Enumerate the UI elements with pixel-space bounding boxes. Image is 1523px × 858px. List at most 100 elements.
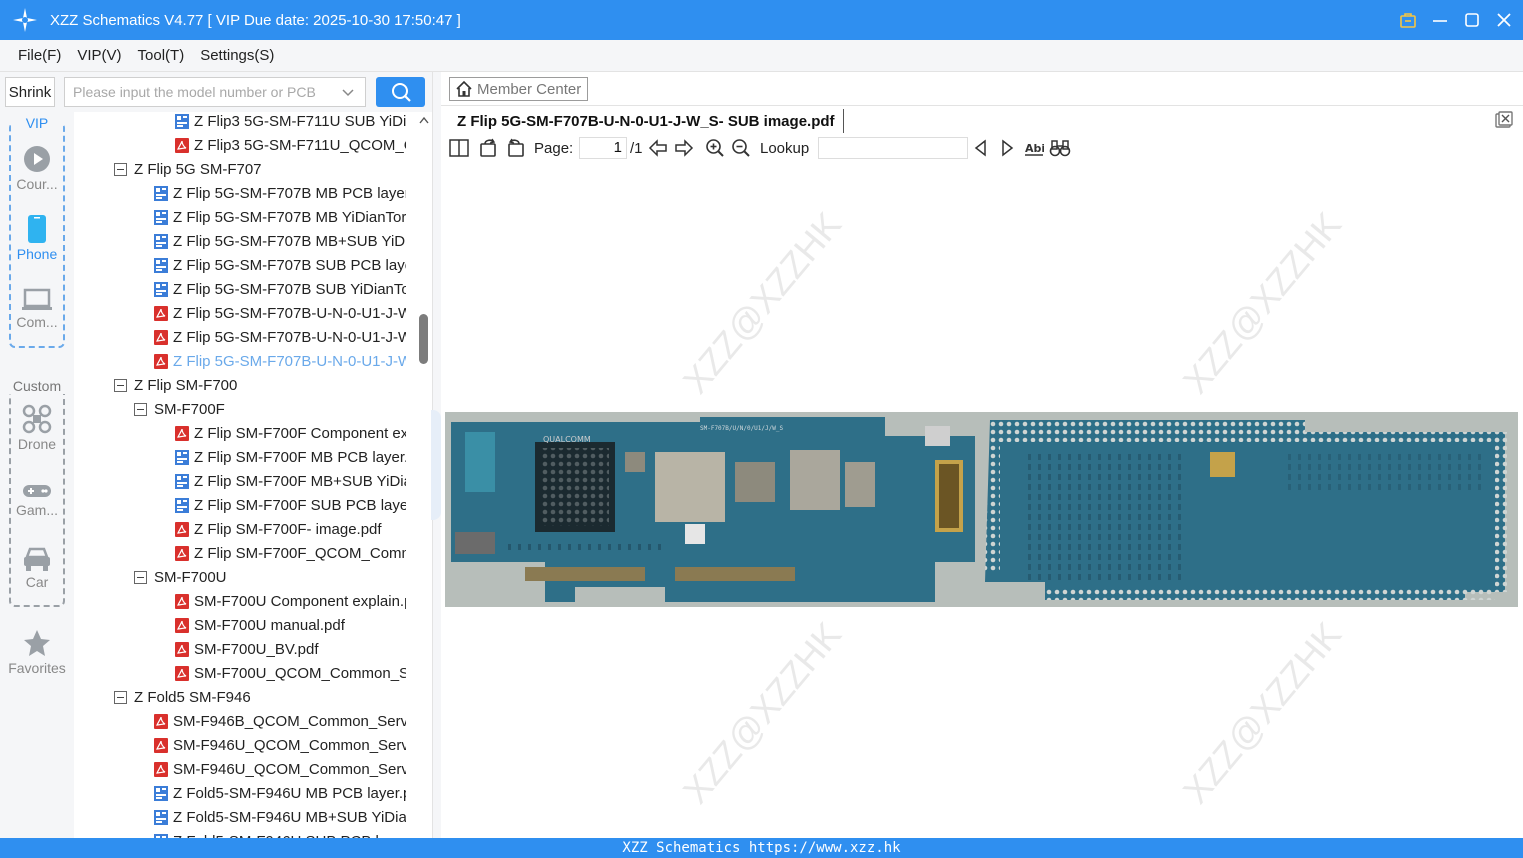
find-previous-icon[interactable] — [973, 137, 989, 159]
search-icon — [391, 83, 411, 102]
model-tree: Z Flip3 5G-SM-F711U SUB YiDia Z Flip3 5G-… — [74, 112, 432, 838]
tree-folder[interactable]: Z Flip SM-F700 — [114, 373, 406, 397]
rail-item-label: Gam... — [15, 502, 58, 518]
minimize-icon[interactable] — [1431, 11, 1449, 29]
app-logo-icon — [0, 0, 50, 40]
tree-scrollbar[interactable] — [415, 112, 432, 838]
pdf-file-icon — [175, 665, 189, 681]
tree-file[interactable]: Z Flip3 5G-SM-F711U SUB YiDia — [175, 112, 406, 133]
viewer-toolbar: Page: 1 /1 Lookup Abi — [441, 134, 1523, 162]
rail-item-label: Favorites — [8, 660, 66, 676]
tree-file[interactable]: Z Flip 5G-SM-F707B MB PCB layer. — [154, 181, 406, 205]
tree-file[interactable]: Z Fold5-SM-F946U MB PCB layer.p — [154, 781, 406, 805]
tree-file[interactable]: Z Flip SM-F700F SUB PCB layer.p — [175, 493, 406, 517]
prev-page-icon[interactable] — [648, 137, 668, 159]
scroll-up-icon[interactable] — [419, 116, 429, 124]
menu-settings[interactable]: Settings(S) — [200, 47, 274, 64]
tree-item-label: Z Flip 5G-SM-F707B-U-N-0-U1-J-W — [173, 352, 406, 370]
zoom-in-icon[interactable] — [705, 137, 725, 159]
tree-file[interactable]: Z Flip 5G-SM-F707B-U-N-0-U1-J-W — [154, 325, 406, 349]
tree-file[interactable]: SM-F700U Component explain.p — [175, 589, 406, 613]
tree-folder[interactable]: SM-F700U — [134, 565, 406, 589]
tree-folder[interactable]: Z Fold5 SM-F946 — [114, 685, 406, 709]
chevron-down-icon[interactable] — [341, 85, 355, 99]
pdf-file-icon — [175, 137, 189, 153]
panel-splitter[interactable] — [431, 72, 441, 838]
member-center-button[interactable]: Member Center — [449, 77, 588, 101]
rail-item-computer[interactable]: Com... — [0, 288, 74, 330]
tree-file[interactable]: SM-F700U_BV.pdf — [175, 637, 406, 661]
tree-file[interactable]: Z Flip 5G-SM-F707B SUB PCB layer — [154, 253, 406, 277]
tree-file[interactable]: Z Flip 5G-SM-F707B-U-N-0-U1-J-W — [154, 349, 406, 373]
collapse-toggle-icon[interactable] — [114, 378, 127, 392]
tree-item-label: Z Flip 5G-SM-F707B MB+SUB YiDia — [173, 232, 406, 250]
tree-file[interactable]: Z Flip SM-F700F MB+SUB YiDia — [175, 469, 406, 493]
collapse-toggle-icon[interactable] — [114, 690, 127, 704]
menu-vip[interactable]: VIP(V) — [77, 47, 121, 64]
find-next-icon[interactable] — [999, 137, 1015, 159]
tree-file[interactable]: Z Fold5-SM-F946U MB+SUB YiDian — [154, 805, 406, 829]
tree-item-label: SM-F700U — [154, 568, 227, 586]
tree-file[interactable]: Z Flip SM-F700F Component ex — [175, 421, 406, 445]
pcb-file-icon — [175, 497, 189, 513]
rail-item-game[interactable]: Gam... — [0, 482, 74, 518]
tree-folder[interactable]: SM-F700F — [134, 397, 406, 421]
pdf-canvas[interactable]: XZZ@XZZHK XZZ@XZZHK XZZ@XZZHK XZZ@XZZHK … — [441, 162, 1523, 838]
zoom-out-icon[interactable] — [731, 137, 751, 159]
menu-file[interactable]: File(F) — [18, 47, 61, 64]
shrink-button[interactable]: Shrink — [5, 77, 55, 107]
collapse-toggle-icon[interactable] — [134, 570, 147, 584]
tree-file[interactable]: Z Flip 5G-SM-F707B-U-N-0-U1-J-W — [154, 301, 406, 325]
menu-bar: File(F) VIP(V) Tool(T) Settings(S) — [0, 40, 1523, 72]
tree-item-label: Z Flip 5G-SM-F707B-U-N-0-U1-J-W — [173, 328, 406, 346]
collapse-toggle-icon[interactable] — [134, 402, 147, 416]
tree-item-label: Z Flip SM-F700F- image.pdf — [194, 520, 382, 538]
page-number-input[interactable]: 1 — [579, 137, 627, 159]
watermark: XZZ@XZZHK — [674, 204, 850, 402]
laptop-icon — [22, 288, 52, 310]
document-tab[interactable]: Z Flip 5G-SM-F707B-U-N-0-U1-J-W_S- SUB i… — [449, 109, 844, 133]
tree-file[interactable]: SM-F946B_QCOM_Common_Servic — [154, 709, 406, 733]
tree-file[interactable]: SM-F700U_QCOM_Common_Se — [175, 661, 406, 685]
shop-icon[interactable] — [1399, 11, 1417, 29]
match-case-icon[interactable]: Abi — [1024, 137, 1044, 159]
tree-file[interactable]: SM-F946U_QCOM_Common_Servic — [154, 757, 406, 781]
lookup-input[interactable] — [818, 137, 968, 159]
tree-file[interactable]: Z Flip 5G-SM-F707B MB+SUB YiDia — [154, 229, 406, 253]
menu-tool[interactable]: Tool(T) — [138, 47, 185, 64]
rail-item-car[interactable]: Car — [0, 546, 74, 590]
collapse-toggle-icon[interactable] — [114, 162, 127, 176]
pdf-file-icon — [154, 761, 168, 777]
tree-file[interactable]: Z Flip SM-F700F_QCOM_Comm — [175, 541, 406, 565]
close-tab-icon[interactable] — [1495, 111, 1513, 129]
tree-file[interactable]: Z Fold5-SM-F946U SUB PCB layer — [154, 829, 406, 838]
maximize-icon[interactable] — [1463, 11, 1481, 29]
tree-file[interactable]: SM-F946U_QCOM_Common_Servic — [154, 733, 406, 757]
tree-file[interactable]: Z Flip SM-F700F- image.pdf — [175, 517, 406, 541]
tree-item-label: Z Fold5 SM-F946 — [134, 688, 251, 706]
tree-file[interactable]: Z Flip3 5G-SM-F711U_QCOM_Co — [175, 133, 406, 157]
sidebar-toggle-icon[interactable] — [449, 137, 469, 159]
search-button[interactable] — [376, 77, 425, 107]
next-page-icon[interactable] — [674, 137, 694, 159]
pcb-file-icon — [154, 209, 168, 225]
pdf-file-icon — [175, 641, 189, 657]
tree-folder[interactable]: Z Flip 5G SM-F707 — [114, 157, 406, 181]
splitter-handle[interactable] — [431, 410, 441, 520]
search-input[interactable] — [64, 77, 366, 107]
tree-file[interactable]: Z Flip 5G-SM-F707B SUB YiDianTo — [154, 277, 406, 301]
rail-item-favorites[interactable]: Favorites — [0, 628, 74, 676]
close-icon[interactable] — [1495, 11, 1513, 29]
scrollbar-thumb[interactable] — [419, 314, 428, 364]
status-bar: XZZ Schematics https://www.xzz.hk — [0, 838, 1523, 858]
rail-item-courses[interactable]: Cour... — [0, 144, 74, 192]
rotate-left-icon[interactable] — [479, 137, 499, 159]
rotate-right-icon[interactable] — [505, 137, 525, 159]
rail-item-drone[interactable]: Drone — [0, 404, 74, 452]
rail-item-phone[interactable]: Phone — [0, 214, 74, 262]
pdf-file-icon — [175, 593, 189, 609]
tree-file[interactable]: SM-F700U manual.pdf — [175, 613, 406, 637]
find-binoculars-icon[interactable] — [1049, 137, 1071, 159]
tree-file[interactable]: Z Flip SM-F700F MB PCB layer.p — [175, 445, 406, 469]
tree-file[interactable]: Z Flip 5G-SM-F707B MB YiDianTor — [154, 205, 406, 229]
